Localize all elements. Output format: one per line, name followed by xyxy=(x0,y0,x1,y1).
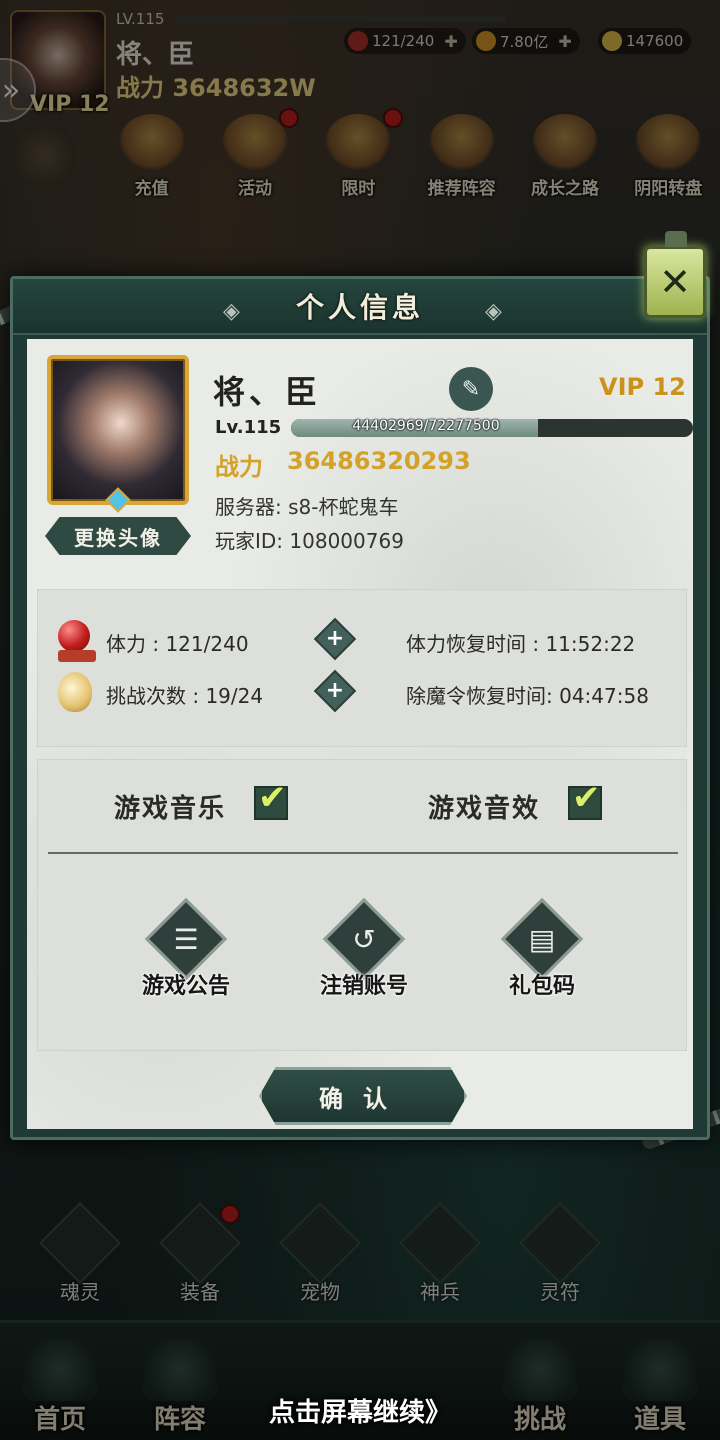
dialog-body: 更换头像 将、臣 ✎ VIP 12 Lv.115 44402969/722775… xyxy=(27,339,693,1129)
gift-code-button[interactable]: ▤ 礼包码 xyxy=(472,897,612,1010)
pencil-icon: ✎ xyxy=(461,376,481,402)
dialog-title: 个人信息 xyxy=(295,291,424,324)
stamina-recover-time: 体力恢复时间 : 11:52:22 xyxy=(406,632,636,656)
confirm-button[interactable]: 确认 xyxy=(259,1067,467,1125)
sfx-label: 游戏音效 xyxy=(428,794,541,824)
stamina-text: 体力 : 121/240 xyxy=(106,632,249,656)
change-avatar-button[interactable]: 更换头像 xyxy=(45,517,191,555)
logout-account-button[interactable]: ↺ 注销账号 xyxy=(294,897,434,1010)
refresh-symbol: ↺ xyxy=(352,923,376,956)
vip-level: VIP 12 xyxy=(599,373,686,401)
power-label: 战力 xyxy=(215,453,263,481)
gift-code-label: 礼包码 xyxy=(508,974,575,999)
exp-text: 44402969/72277500 xyxy=(352,418,500,434)
challenge-row: 挑战次数 : 19/24 + 除魔令恢复时间: 04:47:58 xyxy=(38,669,688,722)
settings-panel: 游戏音乐 游戏音效 ☰ 游戏公告 ↺ 注销账号 ▤ 礼包码 xyxy=(37,759,687,1051)
notice-symbol: ☰ xyxy=(173,923,199,956)
settings-divider xyxy=(48,852,678,854)
token-recover-time: 除魔令恢复时间: 04:47:58 xyxy=(406,684,649,708)
power-value: 36486320293 xyxy=(287,447,471,475)
challenge-count: 挑战次数 : 19/24 xyxy=(106,684,264,708)
player-name: 将、臣 xyxy=(213,373,322,411)
game-notice-label: 游戏公告 xyxy=(141,974,230,999)
close-icon: ✕ xyxy=(659,260,691,304)
add-stamina-button[interactable]: + xyxy=(313,617,357,661)
music-checkbox[interactable] xyxy=(254,778,288,820)
stamina-row: 体力 : 121/240 + 体力恢复时间 : 11:52:22 xyxy=(38,617,688,670)
stamina-orb-icon xyxy=(58,620,96,662)
music-label: 游戏音乐 xyxy=(114,794,227,824)
close-button[interactable]: ✕ xyxy=(644,231,706,318)
gourd-icon xyxy=(58,672,96,714)
stats-panel: 体力 : 121/240 + 体力恢复时间 : 11:52:22 挑战次数 : … xyxy=(37,589,687,747)
document-symbol: ▤ xyxy=(528,923,556,956)
ornament-icon: ◈ xyxy=(223,299,240,324)
add-challenge-button[interactable]: + xyxy=(313,669,357,713)
plus-icon: + xyxy=(325,626,345,651)
player-id: 玩家ID: 108000769 xyxy=(215,529,404,553)
logout-label: 注销账号 xyxy=(319,974,408,999)
dialog-header: ◈ 个人信息 ◈ xyxy=(13,279,707,335)
plus-icon: + xyxy=(325,678,345,703)
portrait-gem-icon xyxy=(105,487,131,513)
personal-info-dialog: ◈ 个人信息 ◈ 更换头像 将、臣 ✎ VIP 12 Lv.115 444029… xyxy=(10,276,710,1140)
tap-to-continue-hint: 点击屏幕继续》 xyxy=(268,1398,451,1428)
player-level: Lv.115 xyxy=(215,417,282,438)
edit-name-button[interactable]: ✎ xyxy=(449,367,493,411)
game-notice-button[interactable]: ☰ 游戏公告 xyxy=(116,897,256,1010)
ornament-icon: ◈ xyxy=(485,299,502,324)
server-info: 服务器: s8-杯蛇鬼车 xyxy=(215,495,399,519)
sfx-checkbox[interactable] xyxy=(568,778,602,820)
player-portrait[interactable] xyxy=(47,355,189,513)
